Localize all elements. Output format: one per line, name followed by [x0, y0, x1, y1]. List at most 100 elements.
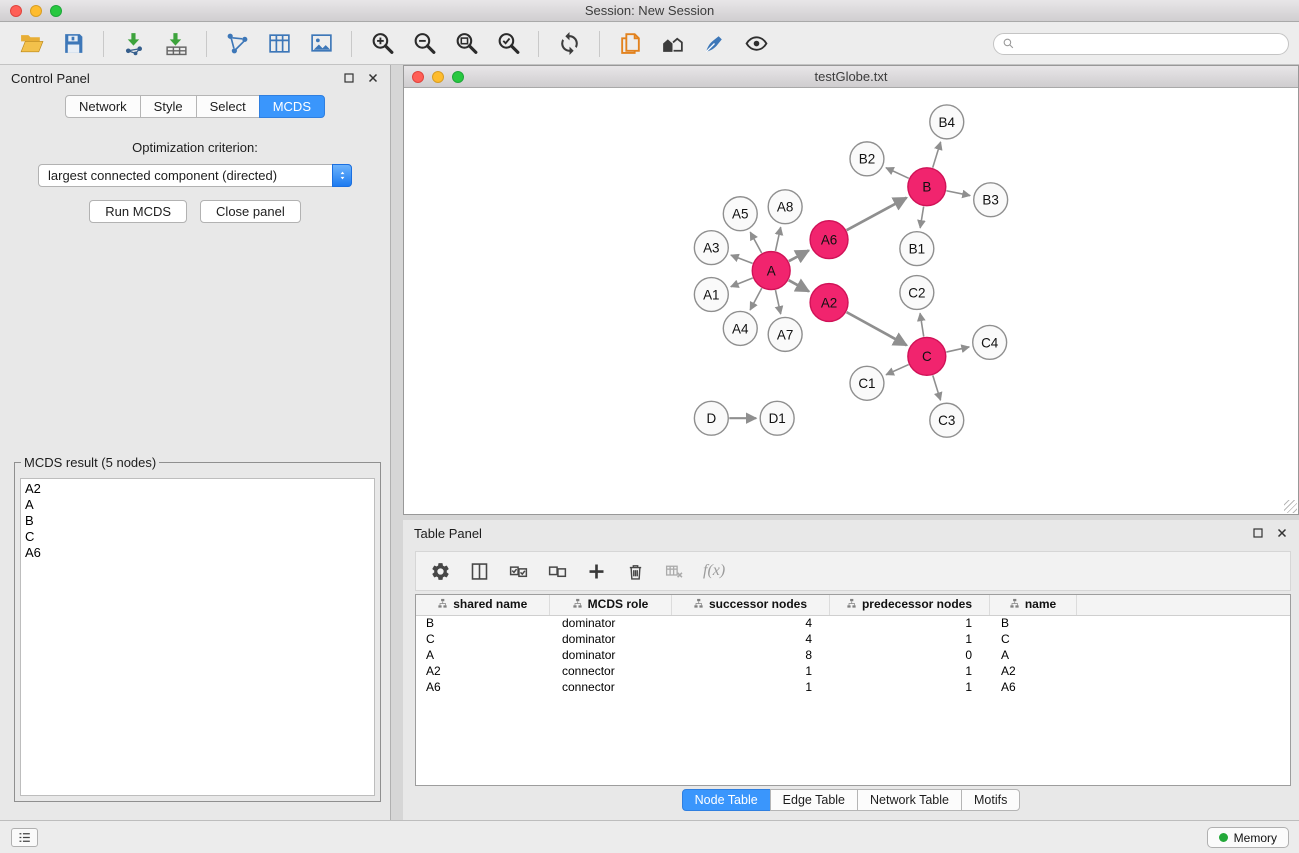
tab-style[interactable]: Style: [140, 95, 197, 118]
node-B1[interactable]: B1: [900, 232, 934, 266]
node-A7[interactable]: A7: [768, 317, 802, 351]
edge-B-B2[interactable]: [886, 168, 909, 179]
deselect-all-icon[interactable]: [547, 561, 568, 582]
edge-B-B1[interactable]: [920, 206, 923, 227]
table-cell[interactable]: A2: [989, 663, 1076, 679]
table-row[interactable]: A6connector11A6: [416, 679, 1290, 695]
table-row[interactable]: Adominator80A: [416, 647, 1290, 663]
edge-A-A8[interactable]: [775, 227, 780, 251]
table-cell[interactable]: dominator: [549, 647, 671, 663]
edge-B-B3[interactable]: [946, 191, 970, 196]
network-table-icon[interactable]: [261, 29, 297, 59]
close-panel-button[interactable]: Close panel: [200, 200, 301, 223]
tab-network[interactable]: Network: [65, 95, 141, 118]
home-icon[interactable]: [654, 29, 690, 59]
table-cell[interactable]: 1: [671, 663, 829, 679]
close-view-button[interactable]: [412, 71, 424, 83]
tab-edge-table[interactable]: Edge Table: [770, 789, 858, 811]
zoom-fit-icon[interactable]: [448, 29, 484, 59]
edge-C-C3[interactable]: [933, 375, 941, 400]
select-all-icon[interactable]: [508, 561, 529, 582]
column-header-successor-nodes[interactable]: successor nodes: [671, 595, 829, 615]
mcds-result-item[interactable]: B: [25, 513, 370, 529]
table-cell[interactable]: dominator: [549, 615, 671, 631]
node-A6[interactable]: A6: [810, 221, 848, 259]
node-B2[interactable]: B2: [850, 142, 884, 176]
refresh-layout-icon[interactable]: [551, 29, 587, 59]
close-window-button[interactable]: [10, 5, 22, 17]
gear-icon[interactable]: [430, 561, 451, 582]
table-row[interactable]: Bdominator41B: [416, 615, 1290, 631]
table-cell[interactable]: A: [416, 647, 549, 663]
table-cell[interactable]: C: [416, 631, 549, 647]
zoom-selected-icon[interactable]: [490, 29, 526, 59]
criterion-dropdown[interactable]: largest connected component (directed): [38, 164, 352, 187]
fx-icon[interactable]: f(x): [703, 562, 725, 580]
resize-grip[interactable]: [1284, 500, 1297, 513]
style-icon[interactable]: [696, 29, 732, 59]
node-B[interactable]: B: [908, 168, 946, 206]
edge-A-A2[interactable]: [789, 280, 809, 291]
table-cell[interactable]: B: [416, 615, 549, 631]
memory-button[interactable]: Memory: [1207, 827, 1289, 848]
edge-C-C4[interactable]: [946, 347, 969, 352]
tab-network-table[interactable]: Network Table: [857, 789, 962, 811]
open-file-icon[interactable]: [13, 29, 49, 59]
table-row[interactable]: Cdominator41C: [416, 631, 1290, 647]
import-table-icon[interactable]: [158, 29, 194, 59]
table-cell[interactable]: A2: [416, 663, 549, 679]
node-A2[interactable]: A2: [810, 284, 848, 322]
edge-C-C1[interactable]: [886, 365, 909, 375]
export-image-icon[interactable]: [303, 29, 339, 59]
table-cell[interactable]: 1: [829, 663, 989, 679]
edge-C-C2[interactable]: [920, 313, 924, 336]
edge-A-A1[interactable]: [731, 278, 753, 287]
table-cell[interactable]: 0: [829, 647, 989, 663]
close-table-panel-icon[interactable]: [1276, 527, 1288, 539]
table-cell[interactable]: A6: [989, 679, 1076, 695]
run-mcds-button[interactable]: Run MCDS: [89, 200, 187, 223]
node-C4[interactable]: C4: [973, 325, 1007, 359]
search-field[interactable]: [993, 33, 1289, 55]
panel-menu-button[interactable]: [11, 828, 38, 847]
float-panel-icon[interactable]: [343, 72, 355, 84]
minimize-view-button[interactable]: [432, 71, 444, 83]
close-panel-icon[interactable]: [367, 72, 379, 84]
node-C3[interactable]: C3: [930, 403, 964, 437]
import-network-icon[interactable]: [116, 29, 152, 59]
columns-icon[interactable]: [469, 561, 490, 582]
save-session-icon[interactable]: [55, 29, 91, 59]
new-network-icon[interactable]: [219, 29, 255, 59]
table-cell[interactable]: C: [989, 631, 1076, 647]
table-cell[interactable]: B: [989, 615, 1076, 631]
edge-B-B4[interactable]: [933, 142, 941, 168]
table-cell[interactable]: A6: [416, 679, 549, 695]
search-input[interactable]: [1020, 37, 1280, 51]
mcds-result-item[interactable]: A6: [25, 545, 370, 561]
table-cell[interactable]: 1: [671, 679, 829, 695]
table-cell[interactable]: connector: [549, 679, 671, 695]
table-cell[interactable]: connector: [549, 663, 671, 679]
tab-node-table[interactable]: Node Table: [682, 789, 771, 811]
column-header-mcds-role[interactable]: MCDS role: [549, 595, 671, 615]
node-A8[interactable]: A8: [768, 190, 802, 224]
node-C2[interactable]: C2: [900, 276, 934, 310]
edge-A-A6[interactable]: [789, 250, 809, 261]
edge-A2-C[interactable]: [847, 312, 907, 345]
node-D[interactable]: D: [694, 401, 728, 435]
add-row-icon[interactable]: [586, 561, 607, 582]
table-cell[interactable]: 8: [671, 647, 829, 663]
mcds-result-item[interactable]: A: [25, 497, 370, 513]
table-cell[interactable]: A: [989, 647, 1076, 663]
node-D1[interactable]: D1: [760, 401, 794, 435]
edge-A-A5[interactable]: [750, 232, 761, 253]
node-C[interactable]: C: [908, 337, 946, 375]
column-header-shared-name[interactable]: shared name: [416, 595, 549, 615]
column-header-predecessor-nodes[interactable]: predecessor nodes: [829, 595, 989, 615]
node-A[interactable]: A: [752, 252, 790, 290]
tab-select[interactable]: Select: [196, 95, 260, 118]
show-hide-icon[interactable]: [738, 29, 774, 59]
minimize-window-button[interactable]: [30, 5, 42, 17]
mcds-result-item[interactable]: A2: [25, 481, 370, 497]
table-cell[interactable]: 4: [671, 631, 829, 647]
